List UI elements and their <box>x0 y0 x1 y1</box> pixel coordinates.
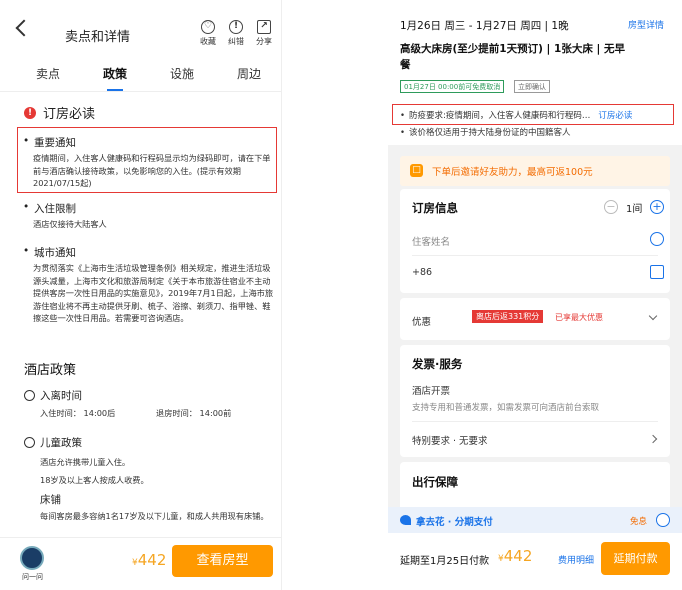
room-name: 高级大床房(至少提前1天预订) | 1张大床 | 无早餐 <box>400 43 626 71</box>
bed-title: 床铺 <box>40 494 61 506</box>
bed-body: 每间客房最多容纳1名17岁及以下儿童，和成人共用现有床铺。 <box>40 511 269 521</box>
city-notice-title: 城市通知 <box>23 245 76 260</box>
plus-icon[interactable]: + <box>650 200 664 214</box>
booking-info-card: 订房信息 − 1间 + 住客姓名 +86 <box>400 189 670 293</box>
phone-prefix[interactable]: +86 <box>412 267 432 278</box>
order-bottom-bar: 延期至1月25日付款 ¥442 费用明细 延期付款 <box>388 533 682 590</box>
info-icon: ! <box>229 20 243 34</box>
max-discount-note: 已享最大优惠 <box>555 313 603 322</box>
discount-card[interactable]: 优惠 离店后返331积分 已享最大优惠 <box>400 298 670 340</box>
divider <box>412 421 658 422</box>
installment-pay-row[interactable]: 拿去花 · 分期支付 免息 <box>388 507 682 533</box>
checkin-checkout-title: 入离时间 <box>40 390 82 402</box>
page-title: 卖点和详情 <box>65 30 131 45</box>
top-bar: 卖点和详情 ♡ 收藏 ! 纠错 ↗ 分享 <box>0 0 281 58</box>
checkin-limit-body: 酒店仅接待大陆客人 <box>33 219 107 229</box>
child-icon <box>24 437 35 448</box>
clock-icon <box>24 390 35 401</box>
child-policy-line1: 酒店允许携带儿童入住。 <box>40 457 131 467</box>
contact-icon[interactable] <box>650 232 664 246</box>
booking-notes-title: 订房必读 <box>43 107 96 122</box>
invoice-desc: 支持专用和普通发票，如需发票可向酒店前台索取 <box>412 403 600 413</box>
rooms-count: 1间 <box>626 204 643 215</box>
total-price: ¥442 <box>498 547 533 565</box>
installment-label: 拿去花 · 分期支付 <box>416 517 493 528</box>
must-read-link[interactable]: 订房必读 <box>598 111 632 121</box>
chevron-down-icon <box>648 311 658 321</box>
free-interest-label: 免息 <box>630 517 648 527</box>
share-icon: ↗ <box>257 20 271 34</box>
share-button[interactable]: ↗ 分享 <box>250 20 278 47</box>
free-cancel-badge: 01月27日 00:00前可免费取消 <box>400 80 505 93</box>
heart-icon: ♡ <box>201 20 215 34</box>
share-label: 分享 <box>256 37 272 46</box>
view-rooms-button[interactable]: 查看房型 <box>172 545 273 577</box>
alert-icon: ! <box>24 107 36 119</box>
promo-text: 下单后邀请好友助力，最高可返100元 <box>432 167 593 178</box>
invite-promo-banner[interactable]: □ 下单后邀请好友助力，最高可返100元 <box>400 156 670 186</box>
checkin-time: 入住时间： 14:00后 <box>40 408 116 418</box>
hotel-policy-title: 酒店政策 <box>24 363 77 378</box>
order-panel: 1月26日 周三 - 1月27日 周四 | 1晚 房型详情 高级大床房(至少提前… <box>388 0 682 590</box>
instant-confirm-badge: 立即确认 <box>514 80 550 93</box>
invoice-service-card: 发票·服务 酒店开票 支持专用和普通发票，如需发票可向酒店前台索取 特别要求 ·… <box>400 345 670 457</box>
back-arrow-icon[interactable] <box>15 19 33 37</box>
bottom-bar: 问一问 ¥442 查看房型 <box>0 537 281 590</box>
address-book-icon[interactable] <box>650 265 664 279</box>
payment-logo-icon <box>400 515 411 525</box>
travel-protection-title: 出行保障 <box>412 475 458 489</box>
child-policy-line2: 18岁及以上客人按成人收费。 <box>40 475 149 485</box>
checkin-limit-title: 入住限制 <box>23 201 76 216</box>
booking-info-title: 订房信息 <box>412 201 458 215</box>
detail-tabs: 卖点 政策 设施 周边 <box>0 58 281 92</box>
checkout-time: 退房时间： 14:00前 <box>156 408 232 418</box>
assistant-avatar-icon[interactable] <box>20 546 44 570</box>
room-detail-link[interactable]: 房型详情 <box>628 18 664 31</box>
favorite-button[interactable]: ♡ 收藏 <box>194 20 222 47</box>
tab-facilities[interactable]: 设施 <box>170 65 194 82</box>
report-error-button[interactable]: ! 纠错 <box>222 20 250 47</box>
favorite-label: 收藏 <box>200 37 216 46</box>
id-note: 该价格仅适用于持大陆身份证的中国籍客人 <box>400 126 571 138</box>
deferred-pay-text: 延期至1月25日付款 <box>400 556 490 567</box>
report-error-label: 纠错 <box>228 37 244 46</box>
epidemic-note: 防疫要求:疫情期间，入住客人健康码和行程码…订房必读 <box>400 109 632 121</box>
price: ¥442 <box>132 551 167 569</box>
stay-dates: 1月26日 周三 - 1月27日 周四 | 1晚 <box>400 20 569 32</box>
room-summary: 1月26日 周三 - 1月27日 周四 | 1晚 房型详情 高级大床房(至少提前… <box>388 0 682 145</box>
gift-icon: □ <box>410 164 423 177</box>
important-notice-body: 疫情期间，入住客人健康码和行程码显示均为绿码即可，请在下单前与酒店确认接待政策，… <box>33 153 271 189</box>
travel-protection-card: 出行保障 <box>400 462 670 512</box>
important-notice-title: 重要通知 <box>23 135 76 150</box>
child-policy-title: 儿童政策 <box>40 437 82 449</box>
city-notice-body: 为贯彻落实《上海市生活垃圾管理条例》相关规定，推进生活垃圾源头减量，上海市文化和… <box>33 263 274 324</box>
special-request[interactable]: 特别要求 · 无要求 <box>412 433 488 447</box>
guest-name-field[interactable]: 住客姓名 <box>412 234 450 248</box>
discount-label: 优惠 <box>412 317 432 328</box>
chevron-right-icon <box>648 434 658 444</box>
pay-radio[interactable] <box>656 513 670 527</box>
invoice-service-title: 发票·服务 <box>412 357 463 371</box>
fee-detail-link[interactable]: 费用明细 <box>558 553 594 566</box>
hotel-invoice-label: 酒店开票 <box>412 386 451 397</box>
divider <box>412 255 658 256</box>
tab-selling-points[interactable]: 卖点 <box>36 65 60 82</box>
minus-icon[interactable]: − <box>604 200 618 214</box>
defer-pay-button[interactable]: 延期付款 <box>601 542 670 575</box>
points-tag: 离店后返331积分 <box>472 310 544 323</box>
assistant-label: 问一问 <box>22 573 43 581</box>
tab-surroundings[interactable]: 周边 <box>237 65 261 82</box>
hotel-policy-panel: 卖点和详情 ♡ 收藏 ! 纠错 ↗ 分享 卖点 政策 设施 周边 ! 订房必读 <box>0 0 282 590</box>
tab-policy[interactable]: 政策 <box>103 65 127 91</box>
booking-notes-header: ! 订房必读 <box>0 100 281 126</box>
app-root: 卖点和详情 ♡ 收藏 ! 纠错 ↗ 分享 卖点 政策 设施 周边 ! 订房必读 <box>0 0 682 590</box>
